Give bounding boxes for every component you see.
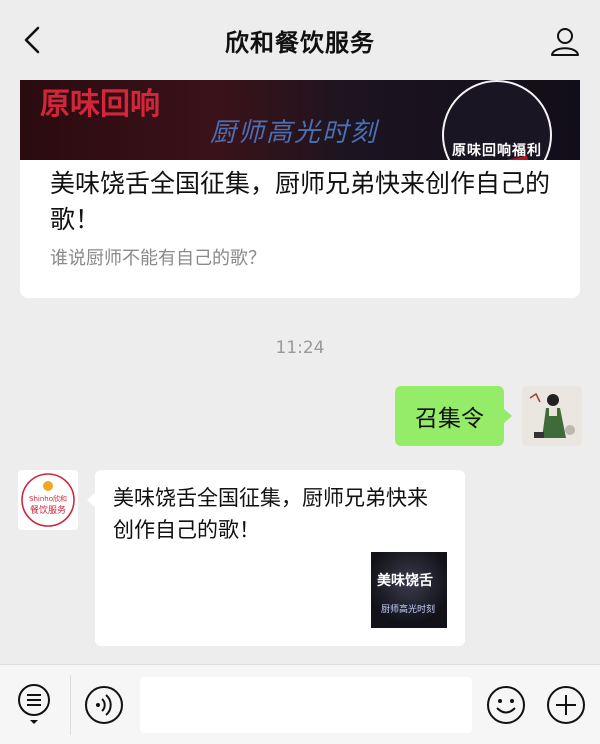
back-button[interactable] (16, 24, 48, 56)
brand-avatar-subtext: 餐饮服务 (30, 504, 66, 516)
user-avatar[interactable] (522, 386, 582, 446)
plus-icon (547, 686, 585, 724)
thumbnail-subtitle: 厨师高光时刻 (381, 605, 436, 615)
banner-headline: 厨师高光时刻 (210, 118, 379, 148)
menu-button[interactable] (14, 683, 54, 729)
top-bar: 欣和餐饮服务 (0, 0, 600, 80)
avatar-illustration (522, 386, 582, 446)
input-bar (0, 664, 600, 744)
thumbnail-title: 美味饶舌 (377, 573, 433, 589)
incoming-message-thumbnail[interactable]: 美味饶舌 厨师高光时刻 (371, 552, 447, 628)
banner-badge-text: 原味回响福利 (452, 143, 542, 159)
banner-badge: 原味回响福利 (442, 80, 552, 160)
incoming-message-bubble[interactable]: 美味饶舌全国征集，厨师兄弟快来创作自己的歌！ 美味饶舌 厨师高光时刻 (87, 470, 465, 646)
voice-icon (85, 686, 123, 724)
voice-button[interactable] (84, 685, 124, 725)
article-card[interactable]: 原味回响 厨师高光时刻 原味回响福利 美味饶舌全国征集，厨师兄弟快来创作自己的歌… (20, 80, 580, 298)
incoming-message-text: 美味饶舌全国征集，厨师兄弟快来创作自己的歌！ (113, 486, 428, 542)
menu-list-icon (18, 684, 50, 724)
outgoing-message-text: 召集令 (415, 406, 484, 432)
article-title: 美味饶舌全国征集，厨师兄弟快来创作自己的歌！ (50, 169, 551, 234)
message-input[interactable] (140, 677, 472, 733)
divider (70, 675, 71, 735)
banner-logo-text: 原味回响 (40, 87, 160, 122)
person-icon (551, 28, 579, 56)
more-button[interactable] (546, 685, 586, 725)
chat-title: 欣和餐饮服务 (225, 28, 375, 57)
article-banner-image: 原味回响 厨师高光时刻 原味回响福利 (20, 80, 580, 160)
emoji-button[interactable] (486, 685, 526, 725)
profile-button[interactable] (548, 24, 582, 58)
brand-logo-icon: Shinho欣和 餐饮服务 (21, 473, 75, 527)
message-timestamp: 11:24 (275, 338, 325, 358)
emoji-icon (487, 686, 525, 724)
brand-avatar-text: Shinho欣和 (29, 494, 67, 503)
chevron-left-icon (24, 26, 40, 54)
chat-area[interactable]: 原味回响 厨师高光时刻 原味回响福利 美味饶舌全国征集，厨师兄弟快来创作自己的歌… (0, 80, 600, 664)
banner-logo: 原味回响 (40, 90, 160, 120)
outgoing-message-bubble[interactable]: 召集令 (395, 386, 512, 446)
brand-avatar[interactable]: Shinho欣和 餐饮服务 (18, 470, 78, 530)
article-description: 谁说厨师不能有自己的歌？ (50, 248, 266, 269)
